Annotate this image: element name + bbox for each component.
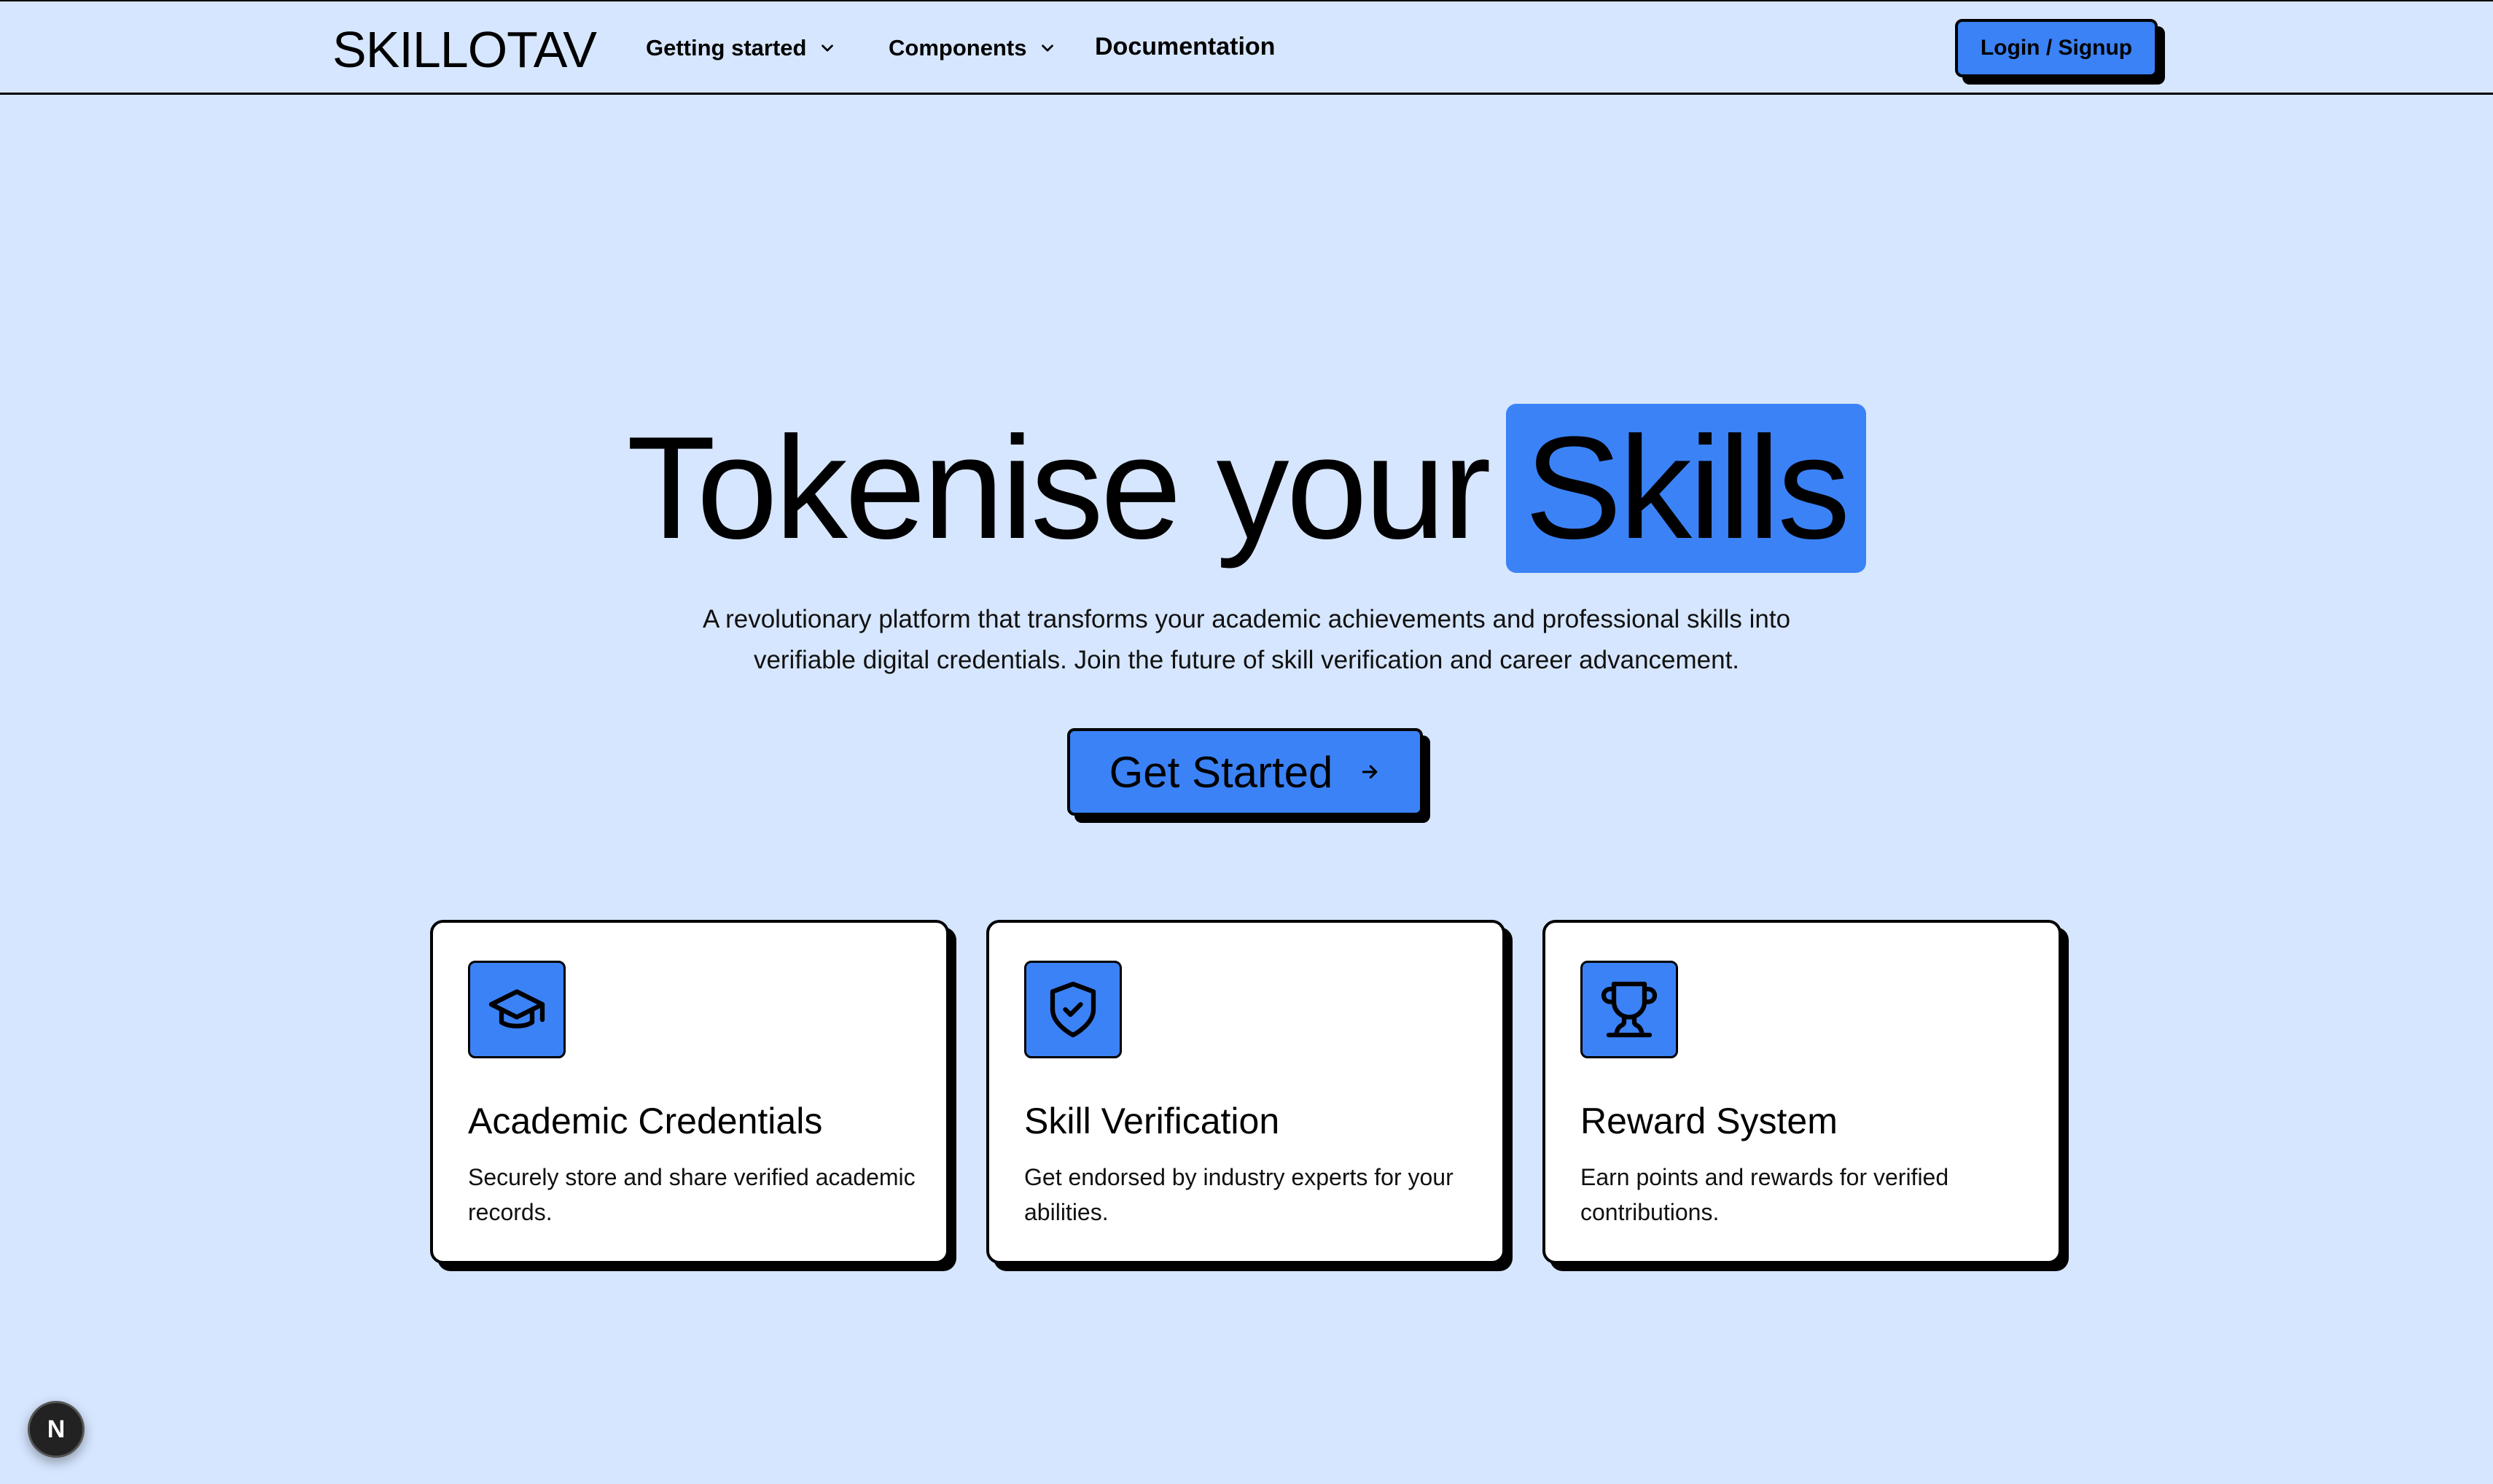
nav-components-label: Components: [889, 35, 1027, 60]
nav-getting-started[interactable]: Getting started: [646, 34, 837, 63]
hero-title: Tokenise your Skills: [0, 394, 2493, 583]
feature-title: Skill Verification: [1024, 1101, 1280, 1141]
arrow-right-icon: [1362, 765, 1378, 779]
feature-description: Earn points and rewards for verified con…: [1580, 1164, 1949, 1225]
graduation-cap-icon: [488, 989, 545, 1028]
feature-icon-box: [1024, 961, 1122, 1058]
nav-components[interactable]: Components: [889, 34, 1057, 63]
get-started-label: Get Started: [1109, 747, 1333, 797]
feature-card-academic: Academic Credentials Securely store and …: [430, 920, 949, 1264]
feature-icon-box: [1580, 961, 1678, 1058]
hero-title-text: Tokenise your: [626, 407, 1491, 569]
nextjs-dev-badge[interactable]: N: [28, 1401, 85, 1458]
brand-logo[interactable]: SKILLOTAV: [332, 20, 597, 79]
feature-card-reward: Reward System Earn points and rewards fo…: [1542, 920, 2061, 1264]
nextjs-icon: N: [47, 1415, 66, 1443]
nav-getting-started-label: Getting started: [646, 35, 807, 60]
feature-description: Get endorsed by industry experts for you…: [1024, 1164, 1454, 1225]
nav-documentation[interactable]: Documentation: [1095, 32, 1275, 61]
hero-subtitle: A revolutionary platform that transforms…: [702, 605, 1791, 674]
feature-title: Reward System: [1580, 1101, 1838, 1141]
shield-check-icon: [1050, 981, 1096, 1038]
feature-description: Securely store and share verified academ…: [468, 1164, 916, 1225]
chevron-down-icon: [822, 44, 834, 52]
feature-card-skill: Skill Verification Get endorsed by indus…: [986, 920, 1505, 1264]
trophy-icon: [1601, 981, 1658, 1038]
feature-icon-box: [468, 961, 566, 1058]
top-navbar: SKILLOTAV Getting started Components Doc…: [0, 0, 2493, 95]
get-started-button[interactable]: Get Started: [1067, 728, 1423, 816]
login-signup-button[interactable]: Login / Signup: [1955, 19, 2158, 77]
hero-title-highlight: Skills: [1505, 404, 1867, 573]
feature-title: Academic Credentials: [468, 1101, 823, 1141]
nav-documentation-label: Documentation: [1095, 33, 1276, 60]
chevron-down-icon: [1042, 44, 1054, 52]
